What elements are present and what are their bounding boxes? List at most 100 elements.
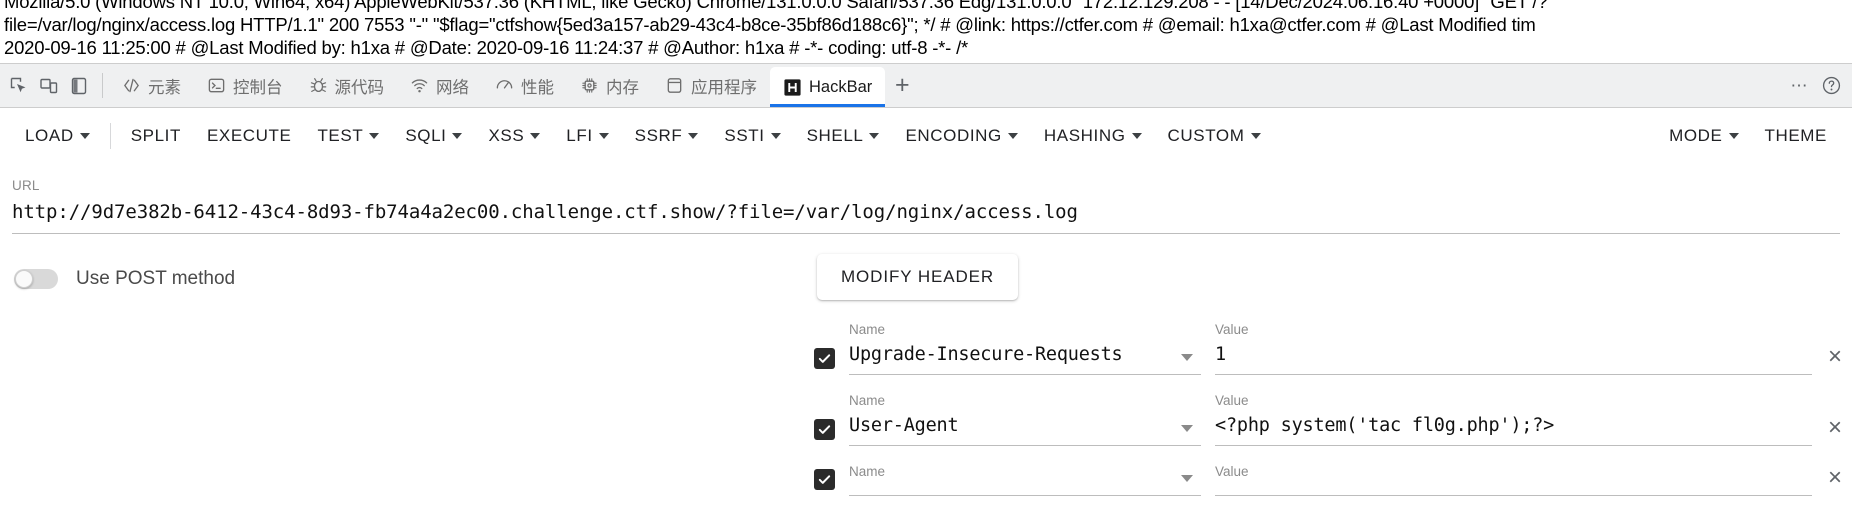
tab-label: 控制台: [233, 78, 283, 97]
menu-execute[interactable]: EXECUTE: [194, 120, 305, 152]
wifi-icon: [410, 76, 429, 95]
chevron-down-icon: [688, 133, 699, 139]
tab-console[interactable]: 控制台: [194, 64, 296, 107]
menu-theme[interactable]: THEME: [1752, 120, 1841, 152]
chevron-down-icon[interactable]: [1181, 475, 1193, 482]
header-value-input[interactable]: [1215, 486, 1812, 495]
tab-application[interactable]: 应用程序: [652, 64, 770, 107]
header-name-input[interactable]: [849, 486, 1201, 495]
menu-encoding[interactable]: ENCODING: [892, 120, 1030, 152]
header-value-field[interactable]: Value <?php system('tac fl0g.php');?>: [1215, 393, 1812, 446]
devtools-dock-controls: [0, 64, 98, 107]
chevron-down-icon: [1250, 133, 1261, 139]
menu-label: HASHING: [1043, 126, 1126, 145]
menu-label: TEST: [317, 126, 364, 145]
menu-label: ENCODING: [905, 126, 1002, 145]
tab-elements[interactable]: 元素: [109, 64, 194, 107]
menu-ssrf[interactable]: SSRF: [622, 120, 712, 152]
hackbar-panel: LOAD SPLIT EXECUTE TEST SQLI XSS LFI SSR…: [0, 108, 1852, 509]
header-name-field[interactable]: Name Upgrade-Insecure-Requests: [849, 322, 1201, 375]
add-tab-button[interactable]: +: [885, 64, 919, 107]
menu-shell[interactable]: SHELL: [794, 120, 893, 152]
chevron-down-icon: [598, 133, 609, 139]
menu-sqli[interactable]: SQLI: [392, 120, 475, 152]
menu-label: SHELL: [806, 126, 864, 145]
hackbar-left-column: Use POST method: [0, 254, 800, 509]
url-label: URL: [12, 178, 40, 193]
chevron-down-icon[interactable]: [1181, 354, 1193, 361]
menu-label: SQLI: [405, 126, 447, 145]
tab-memory[interactable]: 内存: [567, 64, 652, 107]
header-name-input[interactable]: User-Agent: [849, 415, 1201, 445]
header-value-field[interactable]: Value 1: [1215, 322, 1812, 375]
header-row: Name Upgrade-Insecure-Requests Value 1 ×: [814, 322, 1852, 375]
chevron-down-icon: [369, 133, 380, 139]
tab-label: 网络: [436, 78, 469, 97]
browser-page-content: Mozilla/5.0 (Windows NT 10.0; Win64; x64…: [0, 0, 1852, 63]
post-method-row[interactable]: Use POST method: [14, 268, 800, 290]
url-field[interactable]: URL http://9d7e382b-6412-43c4-8d93-fb74a…: [12, 178, 1840, 234]
menu-custom[interactable]: CUSTOM: [1155, 120, 1274, 152]
menu-load[interactable]: LOAD: [12, 120, 103, 152]
chevron-down-icon: [770, 133, 781, 139]
header-value-label: Value: [1215, 393, 1249, 408]
menu-label: EXECUTE: [206, 126, 292, 145]
tab-sources[interactable]: 源代码: [296, 64, 398, 107]
remove-header-icon[interactable]: ×: [1818, 464, 1852, 496]
hackbar-body: Use POST method MODIFY HEADER Name Upgra…: [0, 254, 1852, 509]
inspect-element-icon[interactable]: [6, 73, 32, 99]
bug-icon: [309, 76, 328, 95]
tab-hackbar[interactable]: HackBar: [770, 67, 886, 107]
menu-hashing[interactable]: HASHING: [1031, 120, 1155, 152]
menu-label: LOAD: [25, 126, 74, 145]
menu-label: XSS: [488, 126, 525, 145]
chevron-down-icon: [869, 133, 880, 139]
devtools-tabs: 元素 控制台 源代码 网络 性能 内存 应用程序 HackBar +: [109, 64, 919, 107]
tab-network[interactable]: 网络: [397, 64, 482, 107]
device-toolbar-icon[interactable]: [36, 73, 62, 99]
remove-header-icon[interactable]: ×: [1818, 343, 1852, 375]
header-value-input[interactable]: 1: [1215, 344, 1812, 374]
more-options-icon[interactable]: ⋯: [1784, 71, 1814, 101]
header-name-underline: [849, 445, 1201, 446]
menu-mode[interactable]: MODE: [1656, 120, 1751, 152]
header-value-field[interactable]: Value: [1215, 464, 1812, 496]
header-value-input[interactable]: <?php system('tac fl0g.php');?>: [1215, 415, 1812, 445]
menu-split[interactable]: SPLIT: [118, 120, 194, 152]
header-name-label: Name: [849, 322, 886, 337]
menu-lfi[interactable]: LFI: [553, 120, 621, 152]
header-value-label: Value: [1215, 322, 1249, 337]
header-value-label: Value: [1215, 464, 1249, 479]
header-enabled-checkbox[interactable]: [814, 348, 835, 369]
menu-label: SPLIT: [130, 126, 181, 145]
header-value-underline: [1215, 495, 1812, 496]
header-name-field[interactable]: Name User-Agent: [849, 393, 1201, 446]
use-post-method-toggle[interactable]: [14, 269, 58, 289]
header-name-field[interactable]: Name: [849, 464, 1201, 496]
chevron-down-icon[interactable]: [1181, 425, 1193, 432]
dock-side-icon[interactable]: [66, 73, 92, 99]
tab-label: HackBar: [809, 77, 873, 96]
header-enabled-checkbox[interactable]: [814, 419, 835, 440]
header-row: Name Value ×: [814, 464, 1852, 496]
header-name-input[interactable]: Upgrade-Insecure-Requests: [849, 344, 1201, 374]
url-input[interactable]: http://9d7e382b-6412-43c4-8d93-fb74a4a2e…: [12, 201, 1840, 233]
modify-header-button[interactable]: MODIFY HEADER: [817, 254, 1019, 300]
header-name-underline: [849, 495, 1201, 496]
menu-test[interactable]: TEST: [304, 120, 392, 152]
tab-performance[interactable]: 性能: [482, 64, 567, 107]
gauge-icon: [495, 76, 514, 95]
menu-xss[interactable]: XSS: [475, 120, 553, 152]
menu-label: SSTI: [724, 126, 765, 145]
menu-label: SSRF: [634, 126, 683, 145]
menu-divider: [109, 123, 111, 149]
application-icon: [665, 76, 684, 95]
help-icon[interactable]: [1816, 71, 1846, 101]
tab-label: 源代码: [334, 78, 385, 97]
remove-header-icon[interactable]: ×: [1818, 414, 1852, 446]
menu-ssti[interactable]: SSTI: [711, 120, 793, 152]
hackbar-right-column: MODIFY HEADER Name Upgrade-Insecure-Requ…: [800, 254, 1852, 509]
use-post-method-label: Use POST method: [76, 268, 236, 289]
header-enabled-checkbox[interactable]: [814, 469, 835, 490]
toggle-knob: [15, 270, 33, 288]
